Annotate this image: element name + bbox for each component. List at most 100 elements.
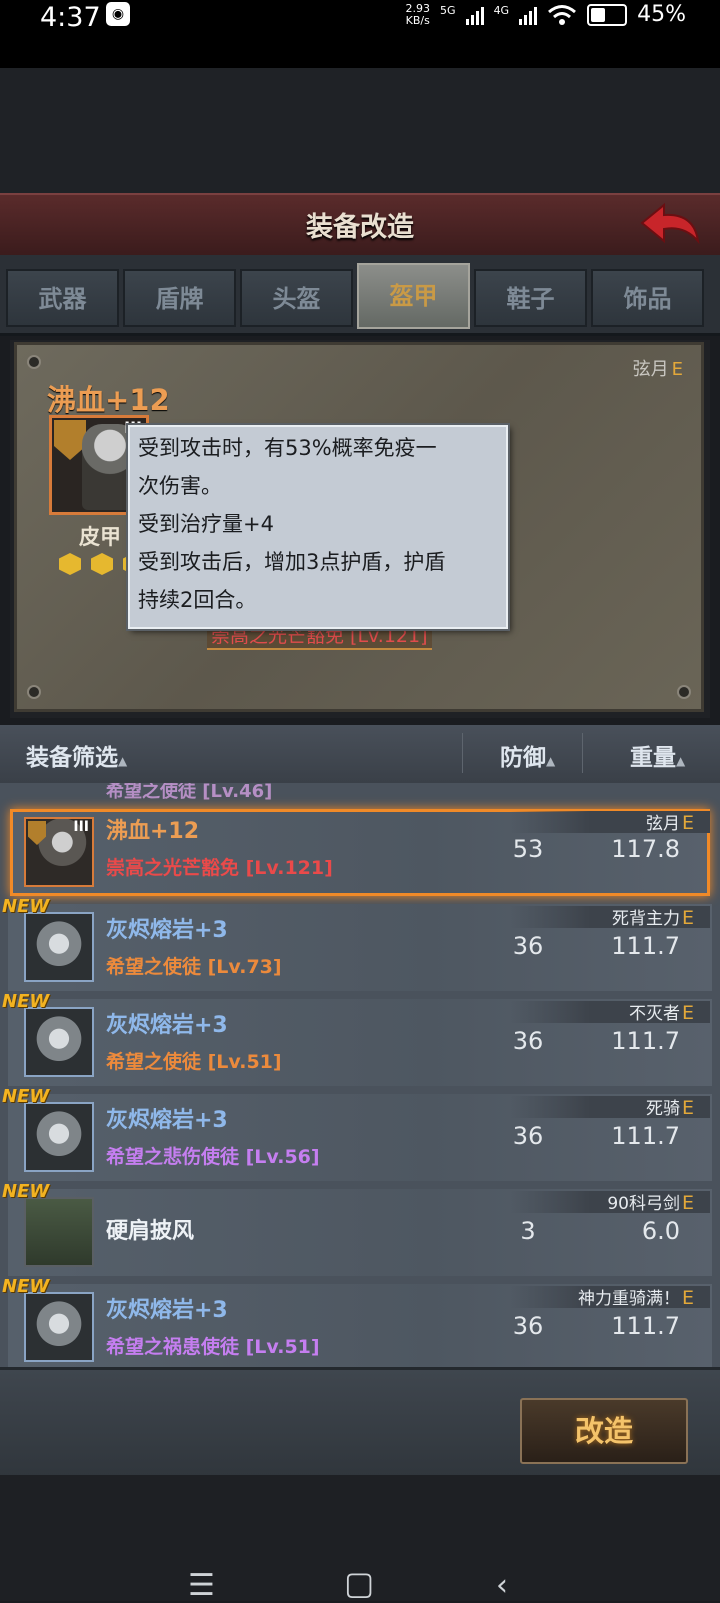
signal-icon-2 bbox=[519, 5, 538, 25]
item-name: 灰烬熔岩+3 bbox=[106, 1108, 228, 1133]
triangle-up-icon: ▲ bbox=[546, 754, 556, 768]
tooltip-line: 次伤害。 bbox=[138, 474, 222, 498]
item-weight: 111.7 bbox=[611, 932, 680, 960]
item-defense: 36 bbox=[512, 1122, 544, 1150]
tooltip-line: 持续2回合。 bbox=[138, 588, 257, 612]
item-tag: 90科弓剑 E bbox=[607, 1192, 694, 1214]
wifi-icon bbox=[548, 4, 577, 25]
item-tag: 死骑 E bbox=[645, 1097, 694, 1119]
item-series: 崇高之光芒豁免 [Lv.121] bbox=[106, 857, 333, 879]
plate-armor-icon bbox=[24, 912, 94, 982]
tab-helmet[interactable]: 头盔 bbox=[240, 269, 353, 327]
battery-percent: 45% bbox=[637, 2, 686, 27]
sort-defense-button[interactable]: 防御▲ bbox=[500, 738, 555, 772]
new-badge: NEW bbox=[2, 896, 50, 917]
item-tag: 弦月 E bbox=[645, 812, 694, 834]
battery-icon bbox=[587, 3, 628, 26]
new-badge: NEW bbox=[2, 1086, 50, 1107]
item-defense: 36 bbox=[512, 1312, 544, 1340]
back-icon[interactable]: ‹ bbox=[496, 1568, 508, 1603]
new-badge: NEW bbox=[2, 1181, 50, 1202]
item-tag: 不灭者 E bbox=[628, 1002, 694, 1024]
item-name: 灰烬熔岩+3 bbox=[106, 1013, 228, 1038]
back-arrow-icon[interactable] bbox=[638, 201, 702, 249]
clock: 4:37 bbox=[40, 2, 101, 33]
triangle-up-icon: ▲ bbox=[118, 754, 128, 768]
item-tag: 死背主力 E bbox=[611, 907, 694, 929]
plate-armor-icon bbox=[24, 1007, 94, 1077]
page-title: 装备改造 bbox=[306, 212, 414, 243]
clipped-list-item: 希望之使徒 [Lv.46] bbox=[106, 783, 273, 802]
item-name: 硬肩披风 bbox=[106, 1219, 195, 1244]
qq-notification-icon: ◉ bbox=[106, 2, 130, 26]
equipment-type: 皮甲 bbox=[79, 525, 121, 549]
convert-button[interactable]: 改造 bbox=[520, 1398, 688, 1464]
bolt-icon bbox=[677, 685, 691, 699]
plate-armor-icon bbox=[24, 1102, 94, 1172]
rank-label: 弦月 E bbox=[632, 359, 683, 380]
equipment-icon: III bbox=[24, 817, 94, 887]
tooltip-line: 受到攻击后，增加3点护盾，护盾 bbox=[138, 550, 446, 574]
equipment-name: 沸血+12 bbox=[47, 383, 170, 417]
filter-bar: 装备筛选▲ 防御▲ 重量▲ bbox=[0, 725, 720, 783]
list-item[interactable]: NEW 灰烬熔岩+3 希望之悲伤使徒 [Lv.56] 36 111.7 死骑 E bbox=[0, 1086, 720, 1185]
plate-armor-icon bbox=[24, 1292, 94, 1362]
item-weight: 111.7 bbox=[611, 1312, 680, 1340]
tab-accessory[interactable]: 饰品 bbox=[591, 269, 704, 327]
filter-button[interactable]: 装备筛选▲ bbox=[26, 738, 127, 772]
list-item[interactable]: NEW 灰烬熔岩+3 希望之祸患使徒 [Lv.51] 36 111.7 神力重骑… bbox=[0, 1276, 720, 1367]
tab-armor[interactable]: 盔甲 bbox=[357, 263, 470, 329]
tooltip-line: 受到攻击时，有53%概率免疫一 bbox=[138, 436, 437, 460]
star-icon bbox=[59, 553, 81, 575]
item-name: 沸血+12 bbox=[106, 819, 200, 844]
tab-shoes[interactable]: 鞋子 bbox=[474, 269, 587, 327]
item-series: 希望之悲伤使徒 [Lv.56] bbox=[106, 1146, 320, 1168]
equipment-list[interactable]: 希望之使徒 [Lv.46] III 沸血+12 崇高之光芒豁免 [Lv.121]… bbox=[0, 783, 720, 1367]
status-bar: 4:37 ◉ 2.93 KB/s 5G 4G 45% bbox=[0, 0, 720, 68]
item-defense: 3 bbox=[520, 1217, 536, 1245]
item-weight: 111.7 bbox=[611, 1122, 680, 1150]
item-weight: 111.7 bbox=[611, 1027, 680, 1055]
network-5g-label: 5G bbox=[440, 4, 456, 17]
item-tag: 神力重骑满！ E bbox=[577, 1287, 694, 1309]
divider bbox=[462, 733, 463, 773]
list-item[interactable]: NEW 灰烬熔岩+3 希望之使徒 [Lv.51] 36 111.7 不灭者 E bbox=[0, 991, 720, 1090]
signal-icon bbox=[465, 5, 484, 25]
sort-weight-button[interactable]: 重量▲ bbox=[630, 738, 685, 772]
network-speed: 2.93 KB/s bbox=[405, 1, 431, 27]
tooltip-line: 受到治疗量+4 bbox=[138, 512, 274, 536]
action-bar: 改造 bbox=[0, 1367, 720, 1478]
network-4g-label: 4G bbox=[493, 4, 510, 17]
triangle-up-icon: ▲ bbox=[676, 754, 686, 768]
new-badge: NEW bbox=[2, 1276, 50, 1297]
item-series: 希望之祸患使徒 [Lv.51] bbox=[106, 1336, 320, 1358]
item-series: 希望之使徒 [Lv.51] bbox=[106, 1051, 282, 1073]
list-item-selected[interactable]: III 沸血+12 崇高之光芒豁免 [Lv.121] 53 117.8 弦月 E bbox=[0, 805, 720, 900]
shield-badge-icon bbox=[28, 821, 46, 845]
item-series: 希望之使徒 [Lv.73] bbox=[106, 956, 282, 978]
list-item[interactable]: NEW 硬肩披风 3 6.0 90科弓剑 E bbox=[0, 1181, 720, 1280]
bolt-icon bbox=[27, 355, 41, 369]
item-weight: 6.0 bbox=[641, 1217, 680, 1245]
tab-shield[interactable]: 盾牌 bbox=[123, 269, 236, 327]
home-icon[interactable]: ▢ bbox=[344, 1564, 374, 1602]
new-badge: NEW bbox=[2, 991, 50, 1012]
divider bbox=[582, 733, 583, 773]
item-name: 灰烬熔岩+3 bbox=[106, 1298, 228, 1323]
tab-weapon[interactable]: 武器 bbox=[6, 269, 119, 327]
item-name: 灰烬熔岩+3 bbox=[106, 918, 228, 943]
top-background bbox=[0, 68, 720, 193]
equipment-tabs: 武器 盾牌 头盔 盔甲 鞋子 饰品 bbox=[0, 255, 720, 336]
system-nav-bar: ☰ ▢ ‹ bbox=[0, 1560, 720, 1603]
bolt-icon bbox=[27, 685, 41, 699]
header-bar: 装备改造 bbox=[0, 193, 720, 259]
effect-tooltip: 受到攻击时，有53%概率免疫一 次伤害。 受到治疗量+4 受到攻击后，增加3点护… bbox=[128, 425, 508, 629]
item-defense: 36 bbox=[512, 1027, 544, 1055]
list-item[interactable]: NEW 灰烬熔岩+3 希望之使徒 [Lv.73] 36 111.7 死背主力 E bbox=[0, 896, 720, 995]
menu-icon[interactable]: ☰ bbox=[188, 1568, 215, 1603]
item-defense: 36 bbox=[512, 932, 544, 960]
item-weight: 117.8 bbox=[611, 835, 680, 863]
cloak-icon bbox=[24, 1197, 94, 1267]
item-defense: 53 bbox=[512, 835, 544, 863]
star-icon bbox=[91, 553, 113, 575]
